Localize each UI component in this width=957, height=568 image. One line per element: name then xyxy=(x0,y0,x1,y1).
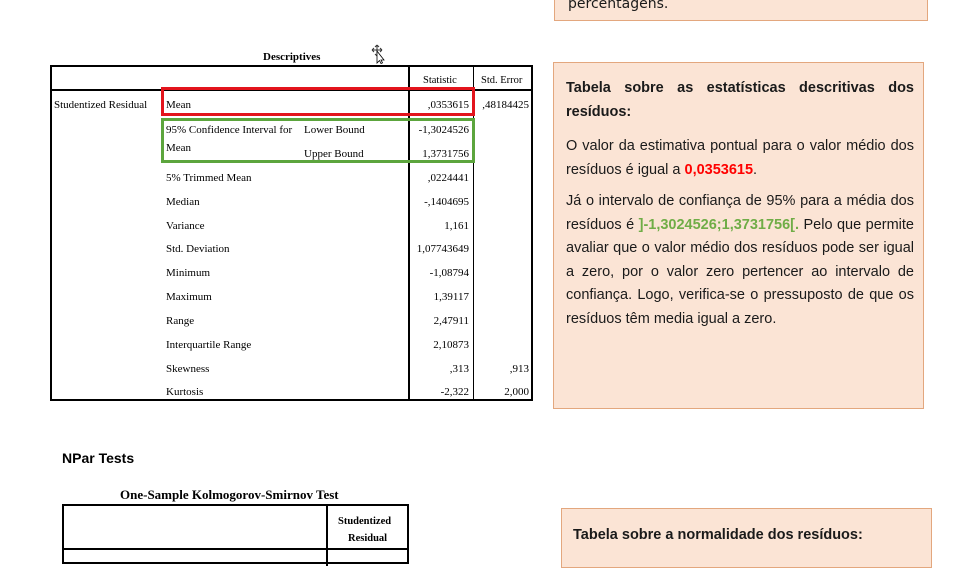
ks-col-header-line2: Residual xyxy=(348,533,388,544)
ks-test-table: Studentized Residual xyxy=(62,504,409,566)
row-label: Skewness xyxy=(166,363,210,375)
col-statistic: Statistic xyxy=(423,75,457,86)
commentary-paragraph-1: O valor da estimativa pontual para o val… xyxy=(566,135,914,182)
stderr-column-divider xyxy=(473,67,474,399)
row-label: Minimum xyxy=(166,267,211,279)
row-label: Interquartile Range xyxy=(166,339,252,351)
row-label: Variance xyxy=(166,220,205,232)
row-statistic: -1,08794 xyxy=(429,267,469,279)
ks-column-divider xyxy=(326,506,328,566)
row-std-error: ,48184425 xyxy=(482,99,529,111)
row-label: Range xyxy=(166,315,195,327)
row-std-error: 2,000 xyxy=(504,386,529,398)
move-cursor-icon xyxy=(371,44,385,64)
ci-value-highlight: ]-1,3024526;1,3731756[. xyxy=(638,216,800,233)
ks-test-title: One-Sample Kolmogorov-Smirnov Test xyxy=(120,487,339,502)
npar-heading: NPar Tests xyxy=(62,450,135,466)
col-std-error: Std. Error xyxy=(481,75,523,86)
bottom-note-box: Tabela sobre a normalidade dos resíduos: xyxy=(561,508,932,568)
row-statistic: ,0224441 xyxy=(427,172,469,184)
row-statistic: 2,10873 xyxy=(433,339,469,351)
row-std-error: ,913 xyxy=(509,363,529,375)
bottom-note-heading: Tabela sobre a normalidade dos resíduos: xyxy=(573,527,863,543)
row-group-label: Studentized Residual xyxy=(54,99,148,111)
confidence-interval-highlight-box xyxy=(161,118,475,163)
p1-end: . xyxy=(753,161,758,178)
commentary-box: Tabela sobre as estatísticas descritivas… xyxy=(553,62,924,409)
mean-highlight-box xyxy=(161,87,475,116)
row-label: Kurtosis xyxy=(166,386,204,398)
p2-rest: Pelo que permite avaliar que o valor méd… xyxy=(566,216,914,327)
row-label: Median xyxy=(166,196,200,208)
descriptives-title: Descriptives xyxy=(263,51,321,63)
commentary-heading: Tabela sobre as estatísticas descritivas… xyxy=(566,80,914,120)
row-statistic: 1,07743649 xyxy=(416,243,469,255)
row-label: Std. Deviation xyxy=(166,243,230,255)
row-statistic: 1,161 xyxy=(444,220,469,232)
mean-value-highlight: 0,0353615 xyxy=(684,161,754,178)
stat-column-divider xyxy=(408,67,410,399)
top-note-box: percentagens. xyxy=(554,0,928,21)
ks-col-header-line1: Studentized xyxy=(338,516,392,527)
commentary-paragraph-2: Já o intervalo de confiança de 95% para … xyxy=(566,190,914,331)
row-label: Maximum xyxy=(166,291,212,303)
row-statistic: -,1404695 xyxy=(424,196,469,208)
top-note-text: percentagens. xyxy=(568,0,669,12)
ks-header-divider xyxy=(64,548,407,550)
row-statistic: 1,39117 xyxy=(433,291,469,303)
row-statistic: 2,47911 xyxy=(433,315,469,327)
row-statistic: -2,322 xyxy=(440,386,469,398)
row-label: 5% Trimmed Mean xyxy=(166,172,252,184)
row-statistic: ,313 xyxy=(449,363,469,375)
